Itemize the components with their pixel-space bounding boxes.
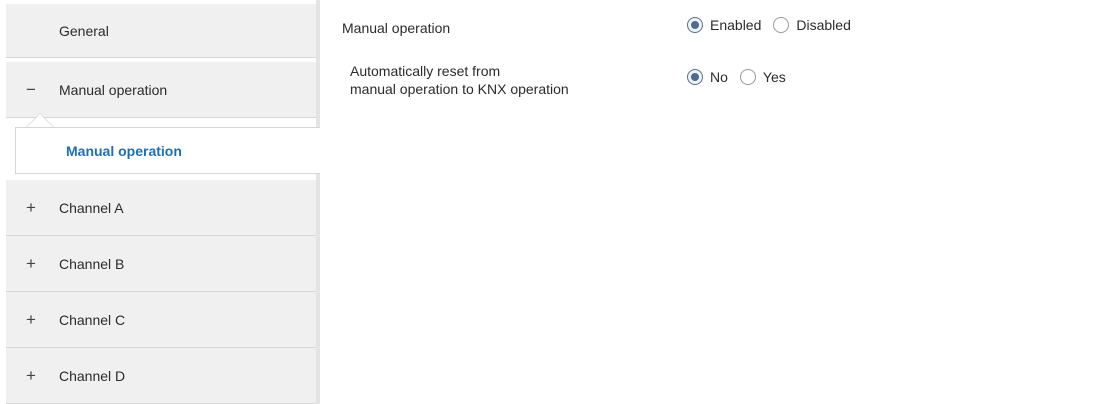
sidebar-subitem-manual-operation[interactable]: Manual operation [15, 127, 320, 174]
sidebar-item-label: Channel B [59, 255, 125, 272]
disabled-label: Disabled [796, 17, 851, 33]
sidebar-item-manual-operation[interactable]: − Manual operation [6, 62, 316, 118]
sidebar: General − Manual operation Manual operat… [6, 0, 320, 404]
enabled-option[interactable]: Enabled [687, 17, 761, 33]
no-label: No [710, 69, 728, 85]
expand-icon[interactable]: + [24, 198, 38, 218]
subitem-pointer [26, 113, 54, 127]
sidebar-item-general[interactable]: General [6, 4, 316, 58]
no-option[interactable]: No [687, 69, 728, 85]
auto-reset-radio-group: No Yes [687, 69, 798, 85]
expand-icon[interactable]: + [24, 310, 38, 330]
sidebar-item-channel-d[interactable]: + Channel D [6, 348, 316, 404]
expand-icon[interactable]: + [24, 254, 38, 274]
expand-icon[interactable]: + [24, 366, 38, 386]
sidebar-item-label: Channel C [59, 311, 126, 328]
auto-reset-label-line1: Automatically reset from [350, 63, 501, 79]
sidebar-subitem-label: Manual operation [66, 142, 182, 159]
sidebar-item-channel-b[interactable]: + Channel B [6, 236, 316, 292]
sidebar-item-label: Channel A [59, 199, 124, 216]
manual-operation-label: Manual operation [342, 20, 451, 36]
auto-reset-label-line2: manual operation to KNX operation [350, 81, 569, 97]
sidebar-item-label: Manual operation [59, 81, 168, 98]
collapse-icon[interactable]: − [24, 80, 38, 100]
sidebar-item-channel-c[interactable]: + Channel C [6, 292, 316, 348]
sidebar-item-label: General [59, 22, 109, 39]
radio-unselected-icon[interactable] [773, 17, 790, 33]
radio-unselected-icon[interactable] [739, 69, 756, 85]
yes-label: Yes [762, 69, 786, 85]
manual-operation-radio-group: Enabled Disabled [687, 17, 863, 33]
yes-option[interactable]: Yes [739, 69, 786, 85]
disabled-option[interactable]: Disabled [773, 17, 851, 33]
radio-selected-icon[interactable] [687, 17, 703, 33]
radio-selected-icon[interactable] [687, 69, 703, 85]
sidebar-item-label: Channel D [59, 367, 126, 384]
enabled-label: Enabled [710, 17, 762, 33]
sidebar-item-channel-a[interactable]: + Channel A [6, 180, 316, 236]
